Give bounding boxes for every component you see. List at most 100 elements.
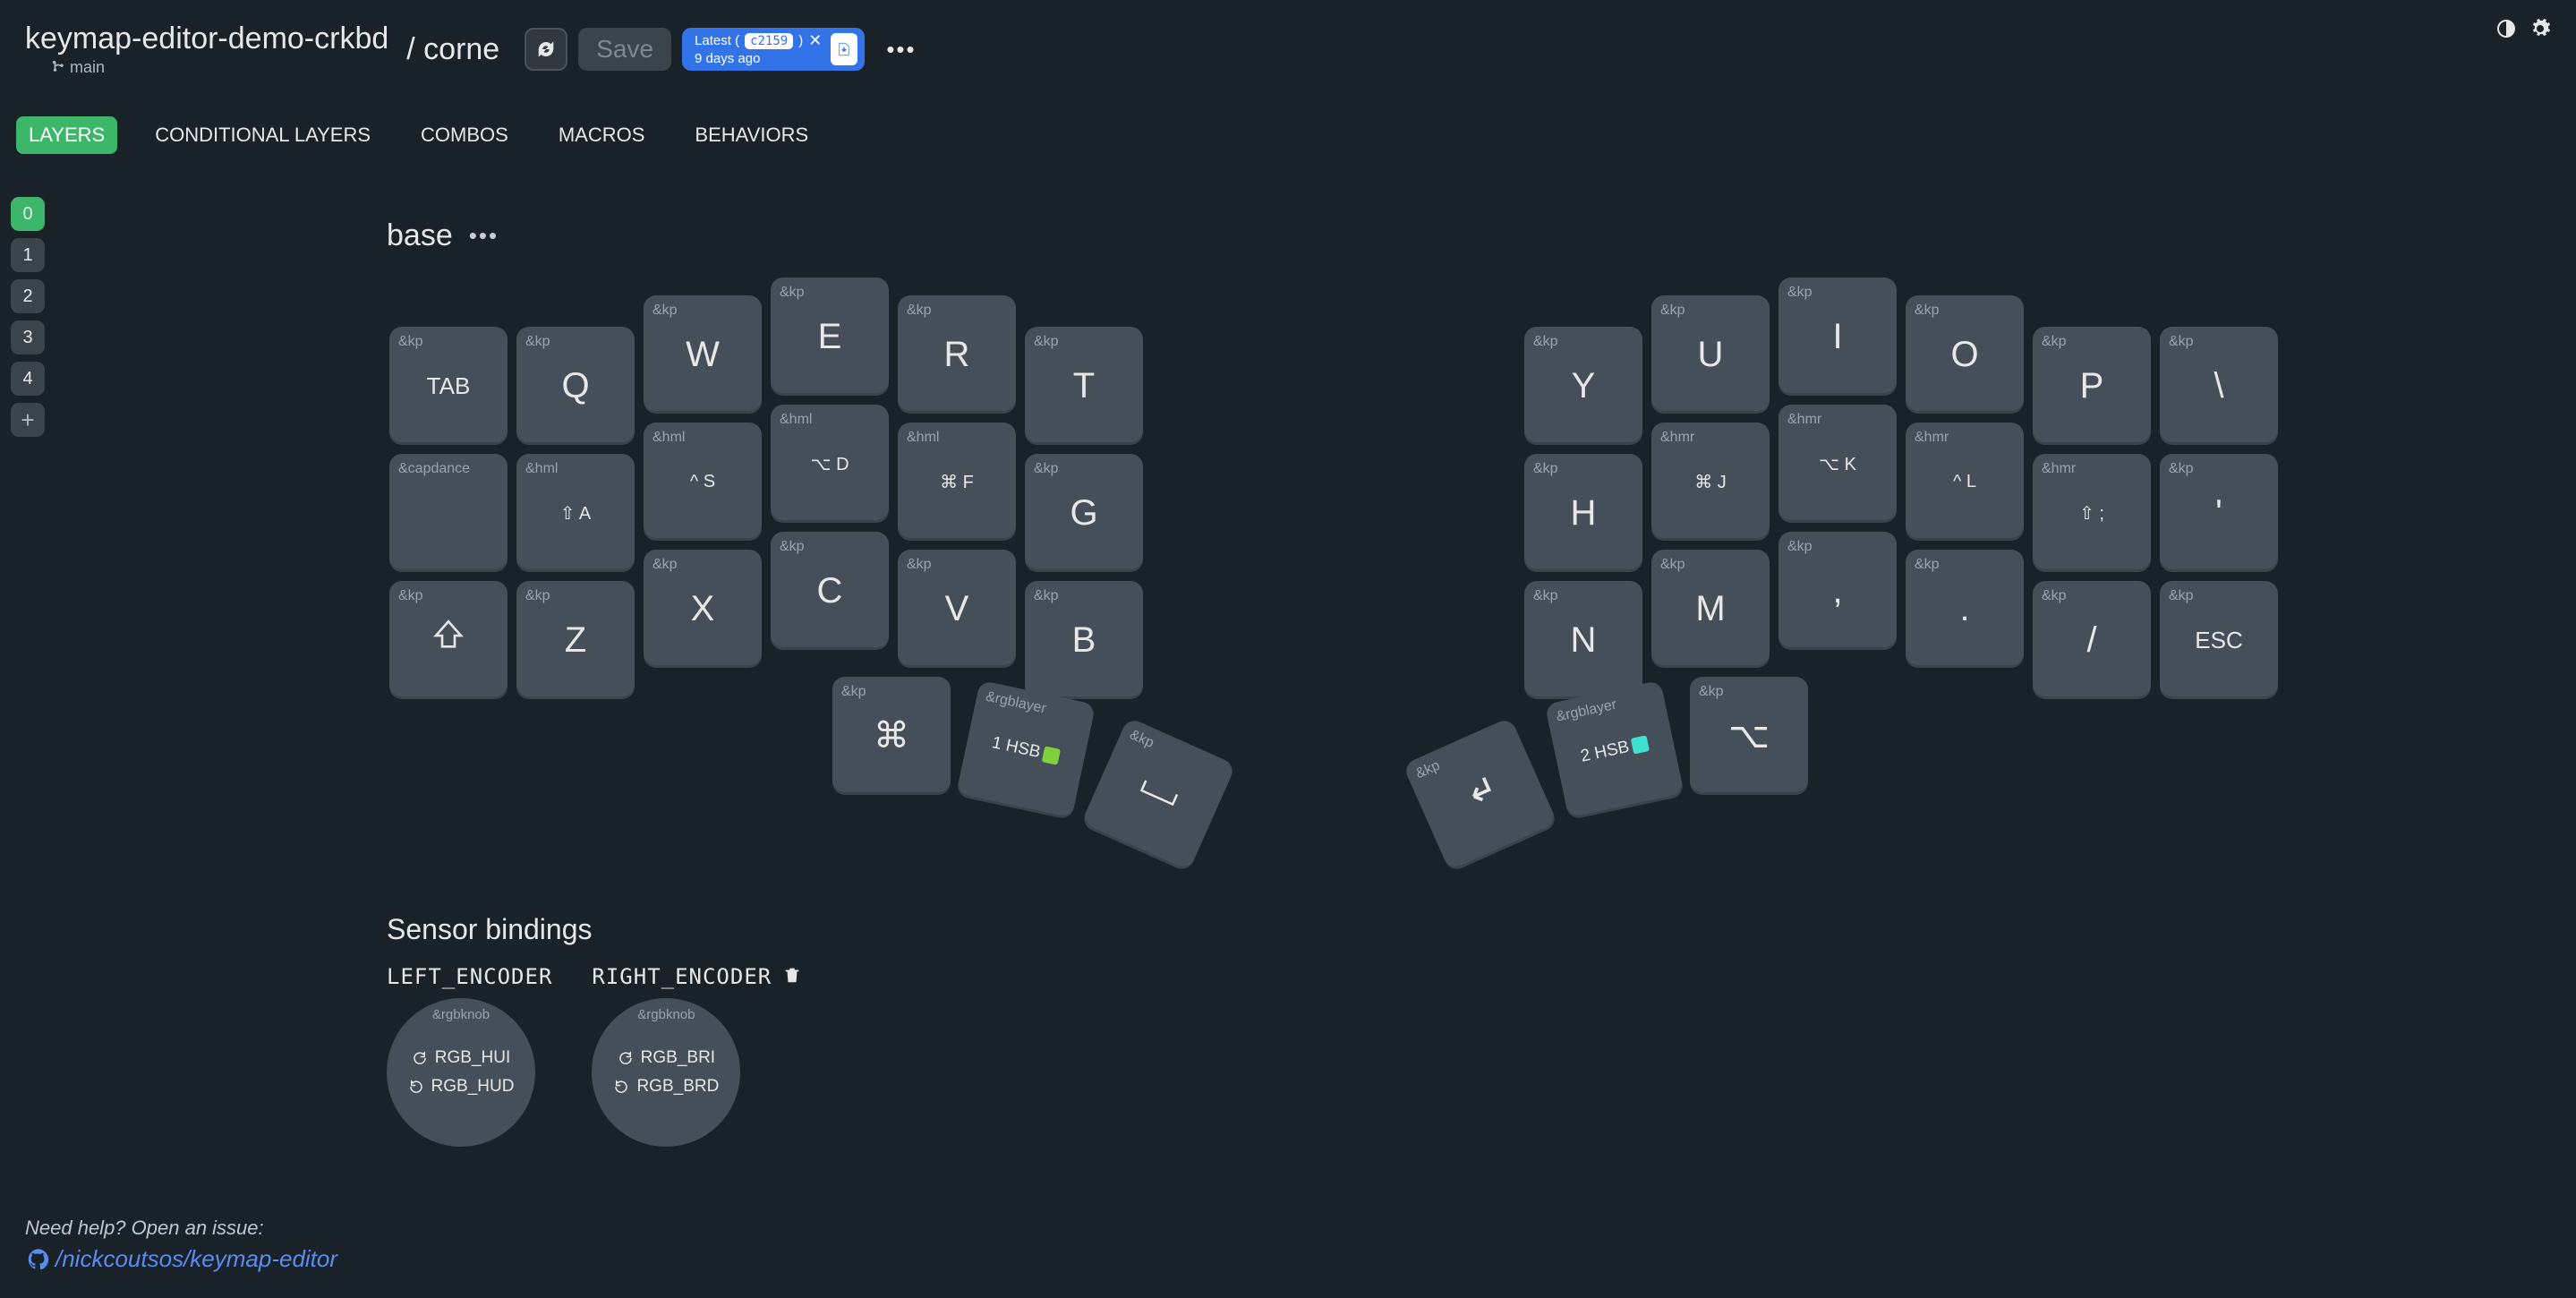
key[interactable]: &kp⌘	[832, 677, 951, 795]
key[interactable]: &hml⌥ D	[771, 405, 889, 523]
key[interactable]: &kpO	[1906, 295, 2024, 414]
key[interactable]: &kpESC	[2160, 581, 2278, 699]
key[interactable]: &rgblayer1 HSB	[956, 680, 1096, 821]
key-label: ^ L	[1953, 472, 1976, 492]
encoder-cw: RGB_BRI	[618, 1048, 715, 1068]
encoder-ccw: RGB_HUD	[408, 1077, 515, 1097]
key[interactable]: &kpN	[1524, 581, 1642, 699]
key[interactable]: &kpR	[898, 295, 1016, 414]
key[interactable]: &kp E	[771, 278, 889, 396]
key[interactable]: &kpG	[1025, 454, 1143, 572]
encoder-behavior: &rgbknob	[432, 1007, 490, 1022]
key[interactable]: &kp.	[1906, 550, 2024, 668]
key-label: ^ S	[690, 472, 715, 492]
key-behavior: &rgblayer	[985, 689, 1048, 718]
key[interactable]: &kpZ	[516, 581, 635, 699]
key-label: W	[686, 335, 720, 375]
key-behavior: &kp	[907, 557, 932, 573]
footer-help-text: Need help? Open an issue:	[25, 1217, 337, 1240]
key-label: .	[1959, 589, 1969, 629]
key-label	[1453, 764, 1508, 824]
key-behavior: &hml	[780, 412, 812, 428]
key[interactable]: &kpH	[1524, 454, 1642, 572]
trash-icon[interactable]	[782, 965, 802, 989]
key[interactable]: &kp,	[1778, 532, 1897, 650]
encoders-row: LEFT_ENCODER&rgbknobRGB_HUIRGB_HUD RIGHT_…	[387, 964, 802, 1147]
key[interactable]: &kp X	[644, 550, 762, 668]
key-label	[430, 617, 467, 663]
key[interactable]: &hmr⌘ J	[1651, 423, 1770, 541]
key-behavior: &kp	[1533, 334, 1558, 350]
key-behavior: &kp	[2042, 334, 2067, 350]
key[interactable]: &hml ⇧ A	[516, 454, 635, 572]
key-behavior: &kp	[1660, 557, 1685, 573]
key-label: P	[2080, 366, 2104, 406]
key[interactable]: &kpV	[898, 550, 1016, 668]
key[interactable]: &kp'	[2160, 454, 2278, 572]
key[interactable]: &rgblayer2 HSB	[1545, 680, 1685, 821]
key-label: /	[2086, 620, 2096, 661]
key[interactable]: &hml^ S	[644, 423, 762, 541]
key-behavior: &rgblayer	[1555, 697, 1618, 726]
key[interactable]: &hml⌘ F	[898, 423, 1016, 541]
key-behavior: &kp	[780, 539, 805, 555]
key[interactable]: &kp⌥	[1690, 677, 1808, 795]
footer: Need help? Open an issue: /nickcoutsos/k…	[25, 1217, 337, 1273]
key[interactable]: &kpT	[1025, 327, 1143, 445]
sensor-title: Sensor bindings	[387, 913, 802, 946]
encoder-block: RIGHT_ENCODER&rgbknobRGB_BRIRGB_BRD	[592, 964, 802, 1147]
key-behavior: &kp	[780, 285, 805, 301]
key[interactable]: &hmr⇧ ;	[2033, 454, 2151, 572]
key-label: C	[817, 571, 843, 611]
key-behavior: &kp	[398, 334, 423, 350]
key-label: Q	[561, 366, 589, 406]
key[interactable]: &kp Y	[1524, 327, 1642, 445]
key[interactable]: &kp /	[2033, 581, 2151, 699]
encoder-knob[interactable]: &rgbknobRGB_BRIRGB_BRD	[592, 998, 740, 1147]
key-label: H	[1571, 493, 1597, 534]
key[interactable]: &kpW	[644, 295, 762, 414]
github-link-row[interactable]: /nickcoutsos/keymap-editor	[25, 1245, 337, 1273]
key-label: X	[691, 589, 715, 629]
key-behavior: &kp	[1533, 588, 1558, 604]
key-behavior: &kp	[525, 588, 550, 604]
key-label: ⌘ J	[1694, 471, 1727, 493]
key[interactable]: &kp	[1403, 717, 1558, 873]
key[interactable]: &kpU	[1651, 295, 1770, 414]
key[interactable]: &kpI	[1778, 278, 1897, 396]
key-behavior: &kp	[653, 557, 678, 573]
key-label: ⇧ A	[560, 502, 592, 525]
key-behavior: &hmr	[1787, 412, 1821, 428]
key-behavior: &kp	[1413, 758, 1443, 783]
key-label: E	[818, 317, 842, 357]
key-label: TAB	[427, 372, 471, 400]
key-label: '	[2215, 493, 2222, 534]
encoder-label: LEFT_ENCODER	[387, 964, 552, 989]
key-behavior: &kp	[1699, 684, 1724, 700]
key[interactable]: &kp\	[2160, 327, 2278, 445]
key-label: I	[1832, 317, 1842, 357]
key[interactable]: &kpQ	[516, 327, 635, 445]
key[interactable]: &capdance	[389, 454, 508, 572]
key[interactable]: &hmr ⌥ K	[1778, 405, 1897, 523]
key-behavior: &kp	[1787, 539, 1813, 555]
key-behavior: &kp	[1915, 557, 1940, 573]
key[interactable]: &kp	[389, 581, 508, 699]
key[interactable]: &kp C	[771, 532, 889, 650]
key[interactable]: &hmr ^ L	[1906, 423, 2024, 541]
key[interactable]: &kp TAB	[389, 327, 508, 445]
key-behavior: &hmr	[1915, 430, 1949, 446]
key-label: ⌥ K	[1819, 453, 1856, 475]
key-behavior: &hml	[525, 461, 558, 477]
key[interactable]: &kp	[1080, 717, 1236, 873]
key-label: Y	[1572, 366, 1596, 406]
key-behavior: &kp	[1660, 303, 1685, 319]
key[interactable]: &kpM	[1651, 550, 1770, 668]
github-link[interactable]: /nickcoutsos/keymap-editor	[55, 1245, 337, 1273]
key-behavior: &kp	[398, 588, 423, 604]
encoder-knob[interactable]: &rgbknobRGB_HUIRGB_HUD	[387, 998, 535, 1147]
key-behavior: &kp	[2042, 588, 2067, 604]
key[interactable]: &kpB	[1025, 581, 1143, 699]
key[interactable]: &kp P	[2033, 327, 2151, 445]
key-label: O	[1950, 335, 1978, 375]
